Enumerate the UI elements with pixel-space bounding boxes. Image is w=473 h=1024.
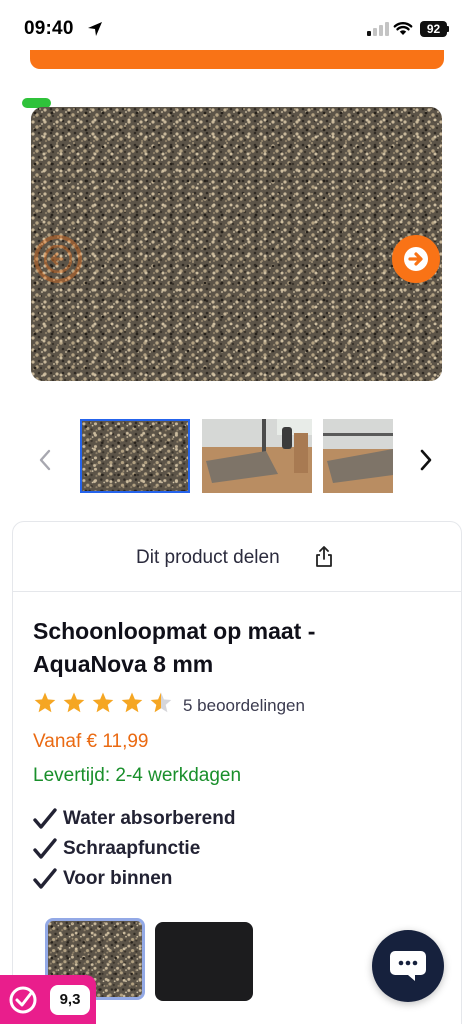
review-score: 9,3 [50,985,90,1015]
feature-label: Voor binnen [63,868,173,889]
battery-indicator: 92 [420,21,447,37]
delivery-time: Levertijd: 2-4 werkdagen [33,765,242,786]
thumbnail-3[interactable] [323,419,393,493]
feature-list: Water absorberend Schraapfunctie Voor bi… [33,804,235,894]
arrow-left-icon [44,245,72,273]
feature-label: Water absorberend [63,808,236,829]
chevron-right-icon[interactable] [414,446,438,474]
signal-icon [367,22,389,36]
rating-stars[interactable] [33,691,183,715]
product-price: Vanaf € 11,99 [33,731,149,752]
thumbnail-image [323,419,393,493]
product-image-main[interactable] [31,107,442,381]
star-icon [34,692,56,713]
thumbnail-2[interactable] [202,419,312,493]
star-icon [92,692,114,713]
star-half-icon [150,692,172,713]
image-prev-button[interactable] [34,235,82,283]
share-label: Dit product delen [136,547,280,568]
status-time: 09:40 [24,18,74,39]
checkmark-icon [33,808,57,829]
chat-button[interactable] [372,930,444,1002]
arrow-right-icon [404,247,428,271]
status-bar: 09:40 92 [0,0,473,56]
wifi-icon [393,22,413,35]
star-icon [121,692,143,713]
chat-icon [390,951,426,981]
thumbnail-image [82,421,188,491]
location-arrow-icon [88,22,102,36]
share-product-button[interactable]: Dit product delen [13,522,461,592]
image-next-button[interactable] [392,235,440,283]
star-icon [63,692,85,713]
checkmark-icon [33,868,57,889]
share-icon [316,546,332,567]
thumbnail-1[interactable] [80,419,190,493]
feature-item: Voor binnen [33,864,235,894]
header-orange-bar [30,50,444,69]
checkmark-icon [33,838,57,859]
chevron-left-icon[interactable] [33,446,57,474]
feature-label: Schraapfunctie [63,838,201,859]
review-platform-logo-icon [9,986,37,1014]
feature-item: Schraapfunctie [33,834,235,864]
reviews-count-link[interactable]: 5 beoordelingen [183,696,305,716]
review-score-badge[interactable]: 9,3 [0,975,96,1024]
carpet-texture [31,107,442,381]
thumbnail-image [202,419,312,493]
feature-item: Water absorberend [33,804,235,834]
product-title: Schoonloopmat op maat - AquaNova 8 mm [33,618,316,677]
color-swatch-black[interactable] [155,922,253,1001]
battery-tip [447,26,449,32]
